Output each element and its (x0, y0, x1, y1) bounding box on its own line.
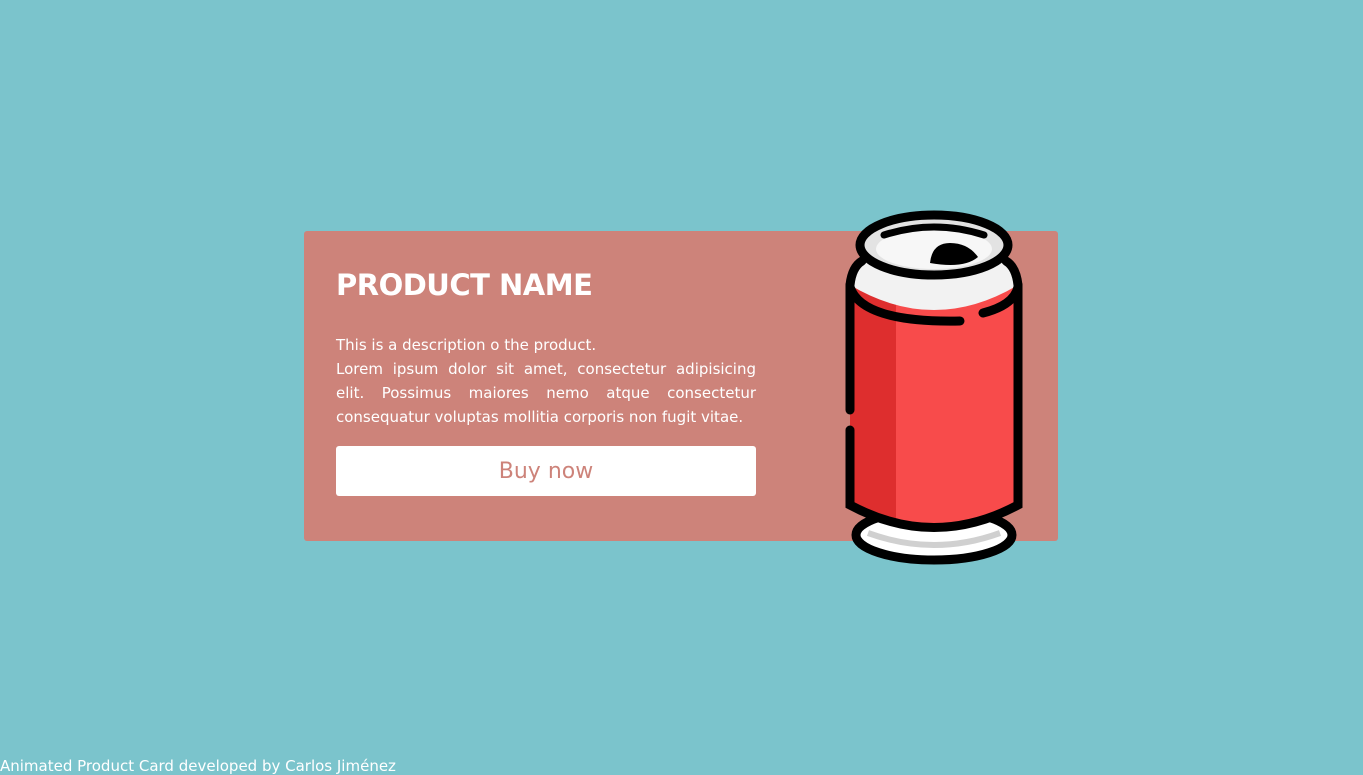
product-title: PRODUCT NAME (336, 268, 593, 302)
soda-can-icon (845, 210, 1023, 565)
product-description: This is a description o the product. Lor… (336, 333, 756, 429)
product-card-content: PRODUCT NAME This is a description o the… (336, 267, 756, 496)
page: PRODUCT NAME This is a description o the… (0, 0, 1363, 775)
product-description-intro: This is a description o the product. (336, 336, 597, 354)
footer-credit: Animated Product Card developed by Carlo… (0, 757, 396, 775)
buy-now-button[interactable]: Buy now (336, 446, 756, 496)
product-description-body: Lorem ipsum dolor sit amet, consectetur … (336, 360, 756, 426)
